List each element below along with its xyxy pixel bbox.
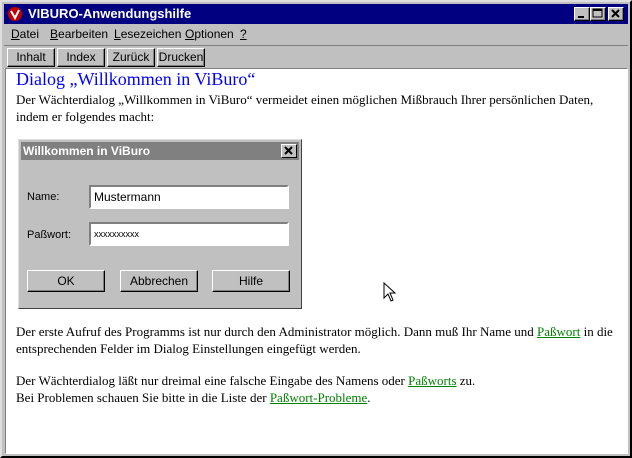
name-field: Mustermann bbox=[89, 185, 289, 209]
dialog-title-bar: Willkommen in ViBuro bbox=[21, 142, 299, 160]
close-button[interactable] bbox=[608, 7, 624, 21]
name-label: Name: bbox=[27, 191, 60, 203]
intro-text: Der Wächterdialog „Willkommen in ViBuro“… bbox=[16, 92, 594, 124]
mouse-pointer-icon bbox=[383, 282, 397, 302]
toolbar: Inhalt Index Zurück Drucken bbox=[4, 45, 628, 69]
page-title: Dialog „Willkommen in ViBuro“ bbox=[16, 69, 256, 89]
title-bar[interactable]: VIBURO-Anwendungshilfe bbox=[4, 4, 628, 24]
password-problems-link[interactable]: Paßwort-Probleme bbox=[270, 390, 367, 405]
print-button[interactable]: Drucken bbox=[157, 48, 205, 67]
app-icon bbox=[8, 7, 22, 21]
menu-optionen[interactable]: Optionen bbox=[185, 27, 234, 41]
passwords-link[interactable]: Paßworts bbox=[408, 373, 456, 388]
help-window: VIBURO-Anwendungshilfe Datei Bearbeiten … bbox=[0, 0, 632, 458]
index-button[interactable]: Index bbox=[57, 48, 105, 67]
help-content: Dialog „Willkommen in ViBuro“ Der Wächte… bbox=[5, 68, 628, 454]
inhalt-button[interactable]: Inhalt bbox=[7, 48, 55, 67]
password-field: xxxxxxxxxx bbox=[89, 222, 289, 246]
menu-bar: Datei Bearbeiten Lesezeichen Optionen ? bbox=[4, 25, 628, 44]
ok-button: OK bbox=[27, 270, 105, 292]
dialog-close-button bbox=[281, 144, 297, 158]
close-icon bbox=[284, 146, 293, 155]
paragraph-admin: Der erste Aufruf des Programms ist nur d… bbox=[16, 324, 613, 356]
password-label: Paßwort: bbox=[27, 229, 72, 241]
menu-datei[interactable]: Datei bbox=[11, 27, 39, 41]
maximize-button[interactable] bbox=[590, 7, 606, 21]
close-icon bbox=[611, 9, 620, 18]
password-link[interactable]: Paßwort bbox=[537, 324, 580, 339]
back-button[interactable]: Zurück bbox=[107, 48, 155, 67]
paragraph-attempts: Der Wächterdialog läßt nur dreimal eine … bbox=[16, 373, 476, 405]
window-title: VIBURO-Anwendungshilfe bbox=[28, 6, 192, 21]
minimize-icon bbox=[578, 16, 584, 18]
help-button: Hilfe bbox=[212, 270, 290, 292]
cancel-button: Abbrechen bbox=[120, 270, 198, 292]
welcome-dialog-image: Willkommen in ViBuro Name: Mustermann Pa… bbox=[18, 139, 302, 309]
maximize-icon bbox=[592, 8, 603, 18]
menu-bearbeiten[interactable]: Bearbeiten bbox=[50, 27, 108, 41]
minimize-button[interactable] bbox=[574, 7, 590, 21]
menu-lesezeichen[interactable]: Lesezeichen bbox=[114, 27, 181, 41]
menu-help[interactable]: ? bbox=[240, 27, 247, 41]
dialog-title: Willkommen in ViBuro bbox=[23, 144, 151, 158]
